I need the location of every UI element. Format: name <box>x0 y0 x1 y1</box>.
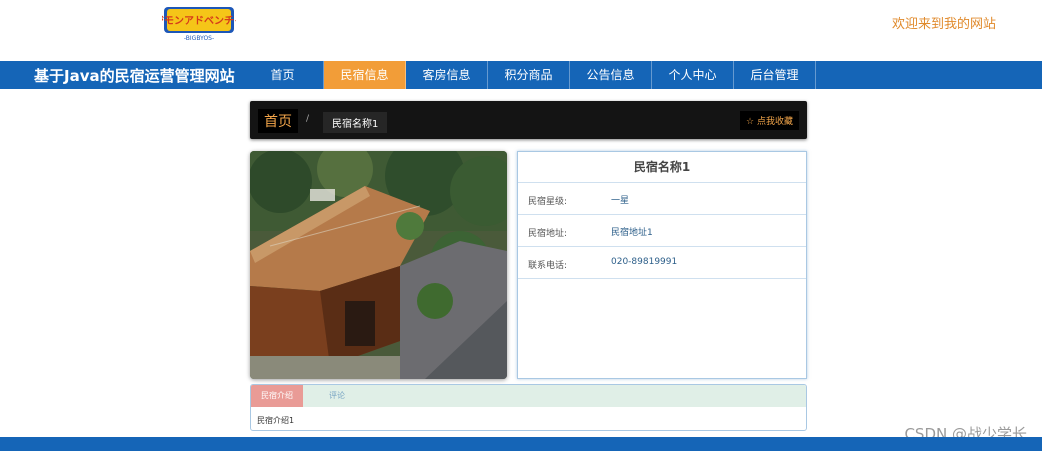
nav-item-homestay-info[interactable]: 民宿信息 <box>324 61 406 89</box>
logo-subtext: -BIGBYOS- <box>184 35 214 42</box>
homestay-info-panel: 民宿名称1 民宿星级: 一星 民宿地址: 民宿地址1 联系电话: 020-898… <box>517 151 807 379</box>
homestay-name-title: 民宿名称1 <box>518 152 806 183</box>
nav-item-announcements[interactable]: 公告信息 <box>570 61 652 89</box>
info-row-phone: 联系电话: 020-89819991 <box>518 247 806 279</box>
star-icon: ☆ <box>746 117 755 127</box>
logo-text: デジモンアドベンチャー <box>162 14 236 27</box>
tab-bar: 民宿介绍 评论 <box>251 385 806 407</box>
info-row-address: 民宿地址: 民宿地址1 <box>518 215 806 247</box>
page-footer <box>0 437 1042 451</box>
site-logo[interactable]: デジモンアドベンチャー -BIGBYOS- <box>162 4 236 42</box>
phone-label: 联系电话: <box>528 261 568 271</box>
phone-value: 020-89819991 <box>611 257 678 267</box>
address-label: 民宿地址: <box>528 229 568 239</box>
homestay-photo-image <box>250 151 507 379</box>
nav-item-personal-center[interactable]: 个人中心 <box>652 61 734 89</box>
nav-item-room-info[interactable]: 客房信息 <box>406 61 488 89</box>
info-row-star-rating: 民宿星级: 一星 <box>518 183 806 215</box>
star-rating-label: 民宿星级: <box>528 197 568 207</box>
star-rating-value: 一星 <box>611 196 630 206</box>
main-navbar: 基于Java的民宿运营管理网站 首页 民宿信息 客房信息 积分商品 公告信息 个… <box>0 61 1042 89</box>
nav-item-admin[interactable]: 后台管理 <box>734 61 816 89</box>
nav-item-home[interactable]: 首页 <box>242 61 324 89</box>
tab-homestay-intro[interactable]: 民宿介绍 <box>251 385 303 407</box>
tab-content: 民宿介绍1 <box>257 416 295 425</box>
detail-tabs: 民宿介绍 评论 民宿介绍1 <box>250 384 807 431</box>
breadcrumb: 首页 / 民宿名称1 ☆ 点我收藏 <box>250 101 807 139</box>
address-value: 民宿地址1 <box>611 228 653 238</box>
site-title: 基于Java的民宿运营管理网站 <box>34 67 235 85</box>
homestay-photo <box>250 151 507 379</box>
favorite-button-label: 点我收藏 <box>756 117 793 127</box>
nav-item-points-products[interactable]: 积分商品 <box>488 61 570 89</box>
favorite-button[interactable]: ☆ 点我收藏 <box>740 111 799 130</box>
breadcrumb-separator: / <box>306 114 310 124</box>
tab-comments[interactable]: 评论 <box>311 385 363 407</box>
breadcrumb-home-link[interactable]: 首页 <box>258 109 298 133</box>
nav-menu: 首页 民宿信息 客房信息 积分商品 公告信息 个人中心 后台管理 <box>242 61 816 89</box>
breadcrumb-current: 民宿名称1 <box>323 112 388 133</box>
welcome-text: 欢迎来到我的网站 <box>891 17 996 32</box>
top-header: デジモンアドベンチャー -BIGBYOS- 欢迎来到我的网站 <box>0 0 1042 61</box>
